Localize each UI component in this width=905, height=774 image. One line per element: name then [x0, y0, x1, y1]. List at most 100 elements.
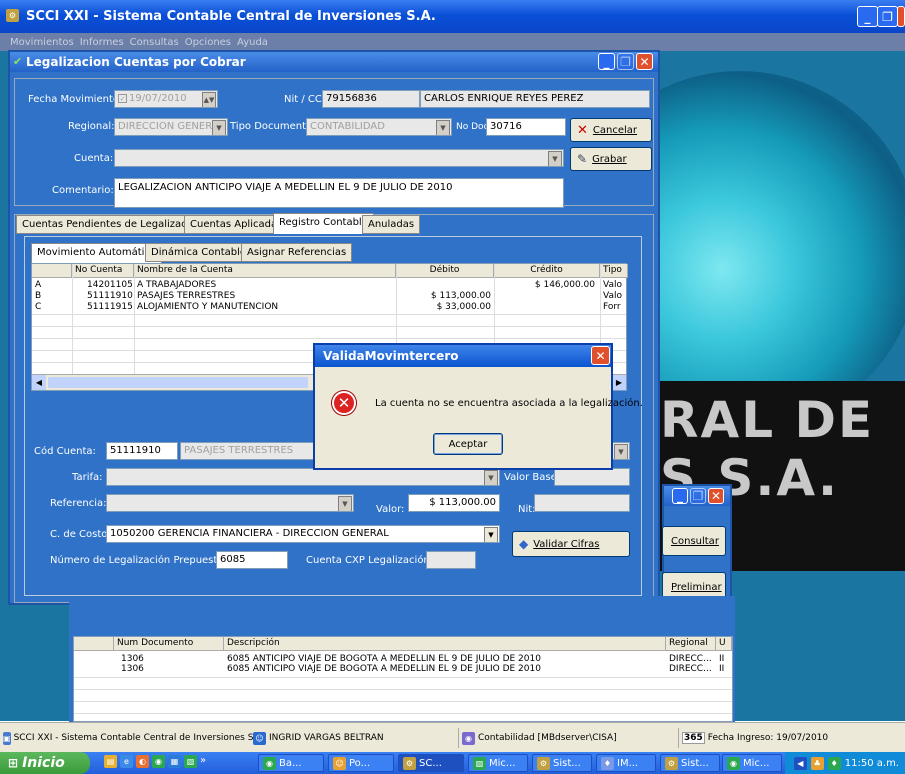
- grid-header-nombre[interactable]: Nombre de la Cuenta: [134, 264, 396, 278]
- cuenta-dropdown-icon[interactable]: ▼: [548, 151, 562, 166]
- tarifa-select[interactable]: ▼: [106, 468, 500, 486]
- grid-cell[interactable]: A: [32, 280, 72, 291]
- legal-minimize-icon[interactable]: _: [598, 53, 615, 70]
- referencia-dropdown-icon[interactable]: ▼: [338, 496, 352, 511]
- menu-opciones[interactable]: Opciones: [185, 37, 231, 48]
- excel-icon[interactable]: ▧: [184, 755, 197, 768]
- task-mic2[interactable]: ◉ Mic...: [722, 754, 782, 772]
- grid-cell[interactable]: [494, 291, 598, 302]
- fecha-field[interactable]: ✓ 19/07/2010 ▲▼: [114, 90, 218, 108]
- ie-icon[interactable]: e: [120, 755, 133, 768]
- num-legal-field[interactable]: 6085: [216, 551, 288, 569]
- maximize-icon[interactable]: ❐: [877, 6, 898, 27]
- aceptar-button[interactable]: Aceptar: [433, 433, 503, 455]
- legal-maximize-icon[interactable]: ❐: [617, 53, 634, 70]
- cxp-field[interactable]: [426, 551, 476, 569]
- comentario-field[interactable]: LEGALIZACION ANTICIPO VIAJE A MEDELLIN E…: [114, 178, 564, 208]
- grid-cell[interactable]: $ 33,000.00: [396, 302, 494, 313]
- grid-cell[interactable]: Valo: [600, 280, 628, 291]
- no-doc-field[interactable]: 30716: [486, 118, 566, 136]
- secondary-close-icon[interactable]: ✕: [708, 488, 724, 504]
- tab-cuentas-pendientes[interactable]: Cuentas Pendientes de Legalización: [16, 215, 208, 234]
- secondary-minimize-icon[interactable]: _: [672, 488, 688, 504]
- doc-header-descripcion[interactable]: Descripción: [224, 637, 666, 651]
- cod-cuenta-field[interactable]: 51111910: [106, 442, 178, 460]
- tray-icon[interactable]: ♦: [827, 756, 841, 770]
- start-button[interactable]: ⊞ Inicio: [0, 752, 90, 774]
- grid-cell[interactable]: 51111910: [84, 291, 134, 302]
- regional-select[interactable]: DIRECCION GENERAL ▼: [114, 118, 228, 136]
- task-mic1[interactable]: ▧ Mic...: [468, 754, 528, 772]
- dialog-close-icon[interactable]: ✕: [591, 346, 610, 365]
- grid-cell[interactable]: $ 113,000.00: [396, 291, 494, 302]
- folder-icon[interactable]: ▤: [104, 755, 117, 768]
- doc-header-u[interactable]: U: [716, 637, 732, 651]
- task-sc[interactable]: ⚙ SC...: [398, 754, 464, 772]
- doc-cell[interactable]: DIRECC...: [666, 664, 716, 675]
- scroll-right-icon[interactable]: ▶: [612, 375, 626, 390]
- grid-cell[interactable]: C: [32, 302, 72, 313]
- tray-icon[interactable]: ◀: [793, 756, 807, 770]
- task-sist2[interactable]: ⚙ Sist...: [660, 754, 720, 772]
- tipo-doc-select[interactable]: CONTABILIDAD ▼: [306, 118, 452, 136]
- grid-cell[interactable]: [494, 302, 598, 313]
- cod-cuenta-extra-select[interactable]: ▼: [610, 442, 630, 460]
- task-sist1[interactable]: ⚙ Sist...: [532, 754, 592, 772]
- subtab-movimiento-automatico[interactable]: Movimiento Automático: [31, 243, 163, 264]
- grid-cell[interactable]: [396, 280, 494, 291]
- clock[interactable]: 11:50 a.m.: [845, 758, 899, 769]
- tarifa-dropdown-icon[interactable]: ▼: [484, 470, 498, 485]
- menu-consultas[interactable]: Consultas: [130, 37, 179, 48]
- doc-cell[interactable]: 6085 ANTICIPO VIAJE DE BOGOTA A MEDELLIN…: [224, 664, 666, 675]
- validar-cifras-button[interactable]: ◆ Validar Cifras: [512, 531, 630, 557]
- menu-movimientos[interactable]: Movimientos: [10, 37, 74, 48]
- cod-cuenta-dropdown-icon[interactable]: ▼: [614, 444, 628, 459]
- browser-icon[interactable]: ◐: [136, 755, 149, 768]
- nombre-field[interactable]: CARLOS ENRIQUE REYES PEREZ: [420, 90, 650, 108]
- doc-header-num[interactable]: Num Documento: [114, 637, 224, 651]
- grid-cell[interactable]: ALOJAMIENTO Y MANUTENCION: [134, 302, 396, 313]
- nit2-field[interactable]: [534, 494, 630, 512]
- minimize-icon[interactable]: _: [857, 6, 878, 27]
- doc-header-regional[interactable]: Regional: [666, 637, 716, 651]
- grid-cell[interactable]: Forr: [600, 302, 628, 313]
- grid-header-credito[interactable]: Crédito: [494, 264, 600, 278]
- tab-anuladas[interactable]: Anuladas: [362, 215, 421, 234]
- grid-cell[interactable]: PASAJES TERRESTRES: [134, 291, 396, 302]
- tipo-doc-dropdown-icon[interactable]: ▼: [436, 120, 450, 135]
- menu-informes[interactable]: Informes: [80, 37, 124, 48]
- menu-ayuda[interactable]: Ayuda: [237, 37, 268, 48]
- cuenta-select[interactable]: ▼: [114, 149, 564, 167]
- grid-header-debito[interactable]: Débito: [396, 264, 494, 278]
- task-po[interactable]: ☺ Po...: [328, 754, 394, 772]
- app2-icon[interactable]: ▦: [168, 755, 181, 768]
- doc-cell[interactable]: II: [716, 664, 732, 675]
- nit-field[interactable]: 79156836: [322, 90, 420, 108]
- consultar-button[interactable]: Consultar: [662, 526, 726, 556]
- quick-launch-more-icon[interactable]: »: [200, 755, 206, 768]
- valor-base-field[interactable]: [554, 468, 630, 486]
- grid-cell[interactable]: B: [32, 291, 72, 302]
- fecha-spinner-icon[interactable]: ▲▼: [202, 92, 216, 107]
- subtab-asignar-referencias[interactable]: Asignar Referencias: [241, 243, 353, 262]
- tray-icon[interactable]: ♣: [810, 756, 824, 770]
- grabar-button[interactable]: ✎ Grabar: [570, 147, 652, 171]
- tab-registro-contable[interactable]: Registro Contable: [273, 213, 374, 234]
- task-im[interactable]: ♦ IM...: [596, 754, 656, 772]
- valor-field[interactable]: $ 113,000.00: [408, 494, 500, 512]
- scroll-left-icon[interactable]: ◀: [32, 375, 46, 390]
- doc-cell[interactable]: 1306: [118, 664, 218, 675]
- cod-cuenta-name-field[interactable]: PASAJES TERRESTRES: [180, 442, 316, 460]
- secondary-maximize-icon[interactable]: ❐: [690, 488, 706, 504]
- costo-select[interactable]: 1050200 GERENCIA FINANCIERA - DIRECCION …: [106, 525, 500, 543]
- grid-header-no-cuenta[interactable]: No Cuenta: [72, 264, 134, 278]
- referencia-select[interactable]: ▼: [106, 494, 354, 512]
- grid-cell[interactable]: A TRABAJADORES: [134, 280, 396, 291]
- task-ba[interactable]: ◉ Ba...: [258, 754, 324, 772]
- scroll-thumb[interactable]: [48, 377, 308, 388]
- grid-cell[interactable]: 14201105: [84, 280, 134, 291]
- grid-cell[interactable]: Valo: [600, 291, 628, 302]
- grid-cell[interactable]: 51111915: [84, 302, 134, 313]
- legal-close-icon[interactable]: ✕: [636, 53, 653, 70]
- cancelar-button[interactable]: ✕ Cancelar: [570, 118, 652, 142]
